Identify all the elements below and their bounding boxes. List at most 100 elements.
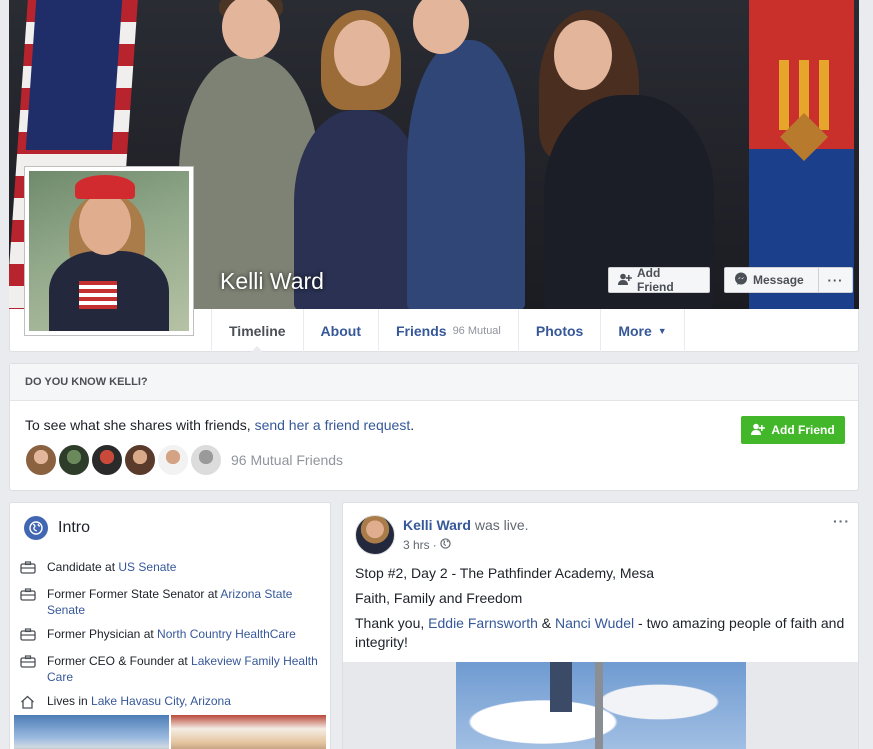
tab-more[interactable]: More ▼ [600,309,685,352]
prompt-text: To see what she shares with friends, [25,417,255,433]
intro-item-prefix: Lives in [47,694,92,708]
briefcase-icon [20,653,38,685]
mutual-friend-avatar[interactable] [157,444,189,476]
profile-picture-image [29,171,189,331]
tagged-person-link[interactable]: Eddie Farnsworth [428,615,538,631]
tab-label: About [320,322,361,339]
post-text: & [537,615,555,631]
messenger-icon [734,272,748,289]
post-body: Stop #2, Day 2 - The Pathfinder Academy,… [355,564,850,658]
add-person-icon [618,273,632,288]
intro-card: Intro Candidate at US Senate Former Form… [9,502,331,749]
intro-item-work: Former Physician at North Country Health… [20,626,320,645]
intro-photo[interactable] [14,715,169,749]
message-button[interactable]: Message [724,267,819,293]
do-you-know-heading: DO YOU KNOW KELLI? [10,364,858,401]
us-flag-canton [25,0,123,150]
post-line: Stop #2, Day 2 - The Pathfinder Academy,… [355,565,655,581]
tab-friends[interactable]: Friends 96 Mutual [377,309,518,352]
post-options-button[interactable]: ··· [833,513,850,529]
tab-timeline[interactable]: Timeline [211,309,303,353]
tab-about[interactable]: About [302,309,378,352]
post-meta: 3 hrs · [403,538,451,552]
profile-tabs: Timeline About Friends 96 Mutual Photos … [211,309,685,353]
add-friend-label: Add Friend [637,266,674,294]
intro-item-link[interactable]: US Senate [118,560,176,574]
mutual-friend-avatar[interactable] [124,444,156,476]
intro-title: Intro [58,519,91,536]
mutual-friend-avatar[interactable] [58,444,90,476]
post-line: Faith, Family and Freedom [355,590,523,606]
intro-photo[interactable] [171,715,326,749]
intro-item-text: Former Physician at North Country Health… [47,626,296,645]
intro-item-prefix: Candidate at [47,560,119,574]
intro-item-work: Former CEO & Founder at Lakeview Family … [20,653,320,685]
public-globe-icon [440,538,451,552]
briefcase-icon [20,586,38,618]
tab-label: More [618,322,652,339]
home-icon [20,693,38,713]
tab-label: Friends [395,322,447,339]
intro-item-home: Lives in Lake Havasu City, Arizona [20,693,320,713]
post-author-avatar[interactable] [355,515,395,555]
send-friend-request-link[interactable]: send her a friend request [255,417,411,433]
mutual-friend-avatar[interactable] [190,444,222,476]
live-video-thumbnail[interactable] [343,662,858,749]
tab-friends-mutual-count: 96 Mutual [452,324,501,337]
intro-photos-grid [14,715,326,749]
person-head [334,20,390,86]
tab-label: Photos [535,322,584,339]
prompt-period: . [410,417,415,433]
timeline-post: Kelli Ward was live. 3 hrs · ··· Stop #2… [342,502,859,749]
post-author-name[interactable]: Kelli Ward [403,517,471,533]
video-flagpole [595,662,603,749]
intro-item-text: Former CEO & Founder at Lakeview Family … [47,653,320,685]
globe-icon [24,516,48,540]
add-friend-green-label: Add Friend [771,423,835,437]
profile-picture-shirt-flag [79,281,117,309]
add-friend-green-button[interactable]: Add Friend [741,416,845,444]
message-label: Message [753,273,804,287]
profile-picture[interactable] [24,166,194,336]
friend-request-prompt: To see what she shares with friends, sen… [25,417,414,433]
meta-separator: · [432,538,437,552]
intro-item-link[interactable]: North Country HealthCare [157,627,296,641]
video-flag [550,662,572,712]
post-action: was live. [470,517,529,533]
intro-item-text: Candidate at US Senate [47,559,176,578]
post-header: Kelli Ward was live. [403,517,529,533]
intro-item-link[interactable]: Lake Havasu City, Arizona [91,694,231,708]
mutual-friend-avatar[interactable] [25,444,57,476]
profile-picture-cap [75,175,135,199]
person-head [222,0,280,59]
mutual-friends-row: 96 Mutual Friends [25,444,343,476]
profile-name[interactable]: Kelli Ward [220,268,324,295]
intro-item-text: Former Former State Senator at Arizona S… [47,586,320,618]
tab-label: Timeline [229,322,286,339]
post-line: Thank you, Eddie Farnsworth & Nanci Wude… [355,614,850,652]
briefcase-icon [20,559,38,578]
briefcase-icon [20,626,38,645]
post-text: Thank you, [355,615,429,631]
intro-item-work: Former Former State Senator at Arizona S… [20,586,320,618]
add-friend-button[interactable]: Add Friend [608,266,710,294]
profile-picture-face [79,193,131,255]
more-options-button[interactable]: ··· [818,267,853,293]
mutual-friend-avatar[interactable] [91,444,123,476]
intro-item-prefix: Former Former State Senator at [47,587,221,601]
mutual-friends-count[interactable]: 96 Mutual Friends [231,452,343,468]
person-head [554,20,612,90]
intro-details-list: Candidate at US Senate Former Former Sta… [20,559,320,721]
do-you-know-box: DO YOU KNOW KELLI? To see what she share… [9,363,859,491]
intro-header: Intro [24,516,90,540]
intro-item-text: Lives in Lake Havasu City, Arizona [47,693,231,713]
intro-item-prefix: Former CEO & Founder at [47,654,192,668]
chevron-down-icon: ▼ [657,325,667,336]
tab-photos[interactable]: Photos [517,309,600,352]
intro-item-prefix: Former Physician at [47,627,158,641]
add-person-icon [751,423,766,438]
person-figure [407,40,525,310]
post-timestamp[interactable]: 3 hrs [403,538,430,552]
intro-item-work: Candidate at US Senate [20,559,320,578]
tagged-person-link[interactable]: Nanci Wudel [555,615,634,631]
